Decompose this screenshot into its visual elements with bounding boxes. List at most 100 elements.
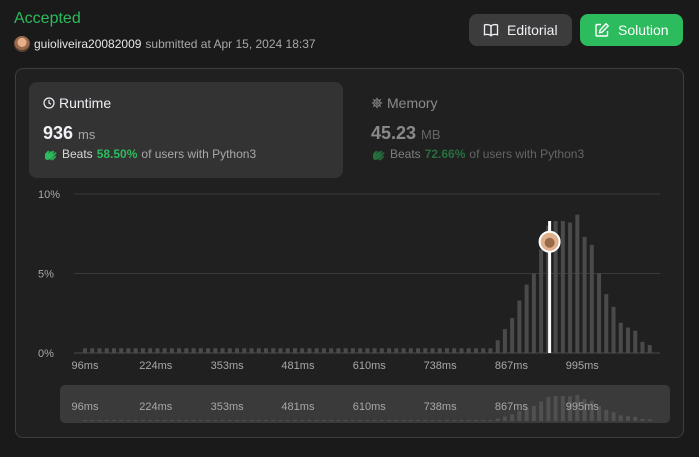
runtime-card[interactable]: Runtime 936 ms Beats 58.50% of users wit… [29,82,343,178]
submission-info: guioliveira20082009 submitted at Apr 15,… [14,36,316,52]
histogram-bar [604,294,609,353]
histogram-bar [90,348,95,353]
histogram-bar [133,348,138,353]
x-tick-label: 867ms [495,360,529,372]
histogram-bar [640,341,645,353]
histogram-bar [437,348,442,353]
histogram-bar [416,348,421,353]
navigator-bar [148,420,153,422]
navigator-bar [198,420,203,422]
submitted-time: submitted at Apr 15, 2024 18:37 [145,37,316,51]
navigator-bar [155,420,160,422]
y-tick-label: 10% [38,189,60,201]
navigator-bar [235,420,240,422]
x-tick-label: 353ms [211,360,245,372]
chart-x-ticks: 96ms 224ms 353ms 481ms 610ms 738ms 867ms 995ms [72,360,600,372]
navigator-bar [408,420,413,422]
navigator-bar [546,397,551,421]
x-tick-label: 481ms [281,360,315,372]
clock-icon [43,97,55,109]
navigator-bar [264,420,268,422]
histogram-bar [184,348,189,353]
histogram-bar [235,348,240,353]
navigator-bar [358,420,363,422]
histogram-bar [155,348,160,353]
histogram-bar [408,348,413,353]
histogram-bar [343,348,348,353]
histogram-bar [264,348,268,353]
y-tick-label: 0% [38,348,54,360]
chart-range-navigator[interactable]: 96ms 224ms 353ms 481ms 610ms 738ms 867ms 995ms [60,385,670,423]
navigator-bar [365,420,370,422]
histogram-bar [169,348,174,353]
navigator-bar [510,414,515,421]
histogram-bar [379,348,384,353]
histogram-bar [97,348,102,353]
navigator-bar [611,412,616,421]
memory-header: Memory [371,95,657,111]
navigator-bar [220,420,225,422]
histogram-bar [278,348,283,353]
x-tick-label: 610ms [353,360,387,372]
navigator-bar [647,419,652,421]
navigator-bar [314,420,319,422]
navigator-bar [618,415,623,421]
navigator-bar [104,420,109,422]
navigator-bar [560,396,565,421]
navigator-bar [307,420,312,422]
histogram-bar [517,300,522,353]
histogram-bar [611,306,616,353]
chart-bars [83,214,652,353]
navigator-bar [633,416,638,421]
navigator-bar [242,420,247,422]
histogram-bar [148,348,153,353]
navigator-bar [256,420,261,422]
histogram-bar [350,348,355,353]
memory-label: Memory [387,95,438,111]
runtime-number: 936 [43,123,74,143]
histogram-bar [459,348,464,353]
x-tick-label: 738ms [424,360,458,372]
histogram-bar [568,222,573,353]
navigator-bar [387,420,392,422]
memory-card[interactable]: Memory 45.23 MB Beats 72.66% of users wi… [357,82,671,178]
runtime-beats-suffix: of users with Python3 [141,147,257,161]
y-tick-label: 5% [38,269,54,281]
navigator-bar [292,420,297,422]
histogram-bar [430,348,435,353]
navigator-bar [452,420,457,422]
histogram-bar [633,330,638,353]
avatar[interactable] [14,36,30,52]
navigator-bar [140,420,145,422]
histogram-bar [314,348,319,353]
histogram-bar [307,348,312,353]
memory-value: 45.23 MB [371,123,657,143]
histogram-bar [256,348,261,353]
navigator-bar [531,406,536,421]
x-tick-label: 995ms [566,360,600,372]
navigator-tick-label: 738ms [424,401,458,413]
runtime-beats-percent: 58.50% [96,147,138,161]
histogram-bar [481,348,486,353]
navigator-bar [329,420,334,422]
navigator-bar [162,420,167,422]
username-link[interactable]: guioliveira20082009 [34,37,141,51]
histogram-bar [401,348,406,353]
navigator-bar [278,420,283,422]
navigator-bar [488,420,493,422]
editorial-button[interactable]: Editorial [469,14,572,46]
histogram-bar [300,348,305,353]
histogram-bar [618,322,623,353]
solution-button[interactable]: Solution [580,14,683,46]
histogram-bar [321,348,326,353]
histogram-bar [560,221,565,353]
navigator-bar [553,396,558,421]
result-panel: Runtime 936 ms Beats 58.50% of users wit… [15,68,684,438]
memory-beats-percent: 72.66% [424,147,466,161]
histogram-bar [329,348,334,353]
histogram-bar [510,318,515,353]
navigator-tick-label: 224ms [139,401,173,413]
navigator-bar [111,420,116,422]
runtime-distribution-chart[interactable]: 0% 5% 10% 96ms 224ms 353ms 481ms 610ms 738ms 867… [16,179,683,437]
navigator-bar [83,420,87,422]
